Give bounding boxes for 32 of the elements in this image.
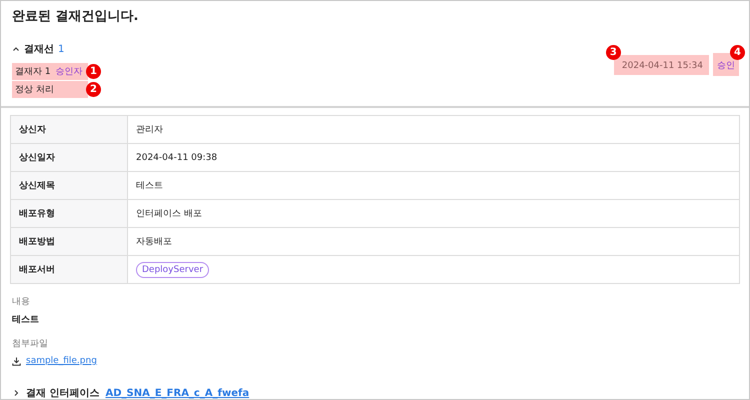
callout-marker: 4	[730, 45, 745, 60]
approver-label: 결재자 1	[15, 66, 51, 78]
chevron-icon[interactable]	[12, 45, 20, 53]
page-title: 완료된 결재건입니다.	[12, 9, 140, 25]
table-header-cell: 배포유형	[10, 200, 128, 228]
date-label: 2024-04-11 15:34	[614, 54, 709, 74]
table-cell: 관리자	[128, 116, 740, 144]
table-header-cell: 배포방법	[10, 228, 128, 256]
field-label: 첨부파일	[12, 338, 49, 350]
content-text: 테스트	[12, 314, 40, 326]
section-title: 결재선	[24, 43, 54, 56]
table-header-cell: 상신제목	[10, 172, 128, 200]
table-cell: 2024-04-11 09:38	[128, 144, 740, 172]
interface-link[interactable]: AD_SNA_E_FRA_c_A_fwefa	[105, 388, 250, 398]
table-header-cell: 상신일자	[10, 144, 128, 172]
server-tag: DeployServer	[136, 262, 210, 278]
download-icon[interactable]	[12, 356, 21, 366]
result-label: 정상 처리	[12, 81, 88, 98]
table-cell: 자동배포	[128, 228, 740, 256]
callout-marker: 2	[86, 82, 101, 97]
callout-marker: 3	[606, 45, 621, 60]
role-label: 승인자	[56, 66, 83, 78]
table-header-cell: 배포서버	[10, 256, 128, 284]
table-cell: 인터페이스 배포	[128, 200, 740, 228]
field-label: 내용	[12, 296, 31, 308]
table-header-cell: 상신자	[10, 116, 128, 144]
callout-marker: 1	[86, 64, 101, 79]
section-title: 결재 인터페이스	[26, 387, 100, 399]
chevron-icon[interactable]	[12, 389, 20, 397]
count-label: 1	[58, 44, 64, 54]
file-link[interactable]: sample_file.png	[26, 356, 97, 366]
table-cell: 테스트	[128, 172, 740, 200]
